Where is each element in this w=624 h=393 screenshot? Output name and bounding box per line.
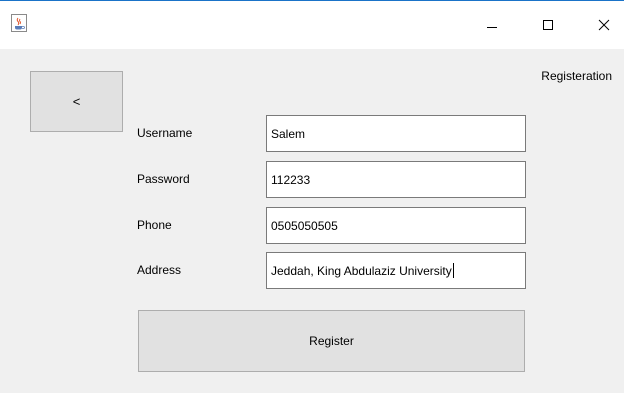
password-value: 112233 — [271, 172, 311, 187]
close-button[interactable] — [584, 9, 624, 41]
username-label: Username — [137, 126, 193, 140]
address-label: Address — [137, 263, 182, 277]
java-cup-icon[interactable] — [11, 14, 27, 32]
username-value: Salem — [271, 126, 306, 141]
phone-field[interactable]: 0505050505 — [266, 207, 526, 244]
close-icon — [598, 19, 610, 31]
title-bar[interactable] — [0, 1, 624, 49]
screen-title: Registeration — [541, 69, 612, 83]
minimize-button[interactable] — [472, 9, 512, 41]
maximize-button[interactable] — [528, 9, 568, 41]
minimize-icon — [486, 19, 498, 31]
phone-value: 0505050505 — [271, 218, 338, 233]
address-field[interactable]: Jeddah, King Abdulaziz University — [266, 252, 526, 289]
back-button[interactable]: < — [30, 71, 123, 132]
register-button-label: Register — [309, 334, 354, 348]
password-field[interactable]: 112233 — [266, 161, 526, 198]
text-caret — [452, 263, 454, 278]
register-button[interactable]: Register — [138, 310, 525, 372]
address-value: Jeddah, King Abdulaziz University — [271, 263, 452, 278]
username-field[interactable]: Salem — [266, 115, 526, 152]
password-label: Password — [137, 172, 190, 186]
back-button-label: < — [72, 94, 81, 109]
phone-label: Phone — [137, 218, 172, 232]
maximize-icon — [542, 19, 554, 31]
registration-panel: < Registeration Username Salem Password … — [0, 49, 624, 393]
app-window: < Registeration Username Salem Password … — [0, 0, 624, 393]
